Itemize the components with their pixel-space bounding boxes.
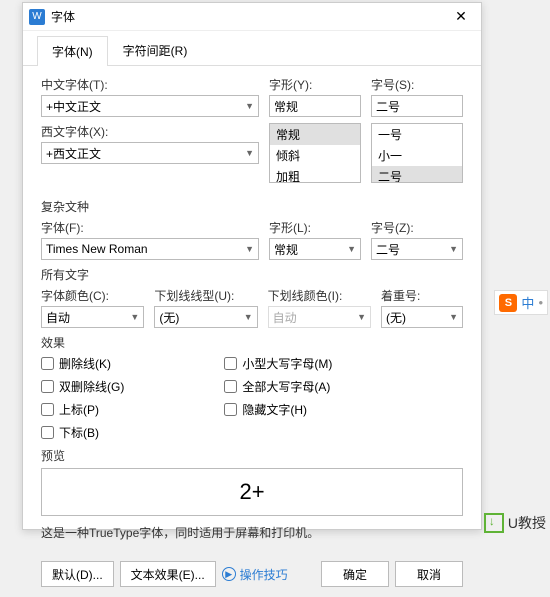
check-smallcaps[interactable]: 小型大写字母(M): [224, 355, 332, 372]
check-allcaps[interactable]: 全部大写字母(A): [224, 378, 332, 395]
chevron-down-icon: ▼: [245, 244, 254, 254]
chevron-down-icon: ▼: [449, 244, 458, 254]
style-input[interactable]: 常规: [269, 95, 361, 117]
color-value: 自动: [46, 309, 70, 326]
cancel-button[interactable]: 取消: [395, 561, 463, 587]
tab-bar: 字体(N) 字符间距(R): [23, 31, 481, 66]
underline-select[interactable]: (无) ▼: [154, 306, 257, 328]
font-dialog: W 字体 ✕ 字体(N) 字符间距(R) 中文字体(T): +中文正文 ▼ 字形…: [22, 2, 482, 530]
checkbox[interactable]: [224, 403, 237, 416]
complex-font-select[interactable]: Times New Roman ▼: [41, 238, 259, 260]
chevron-down-icon: ▼: [244, 312, 253, 322]
checkbox[interactable]: [224, 380, 237, 393]
chevron-down-icon: ▼: [245, 101, 254, 111]
complex-style-select[interactable]: 常规 ▼: [269, 238, 361, 260]
complex-font-label: 字体(F):: [41, 219, 259, 236]
color-select[interactable]: 自动 ▼: [41, 306, 144, 328]
size-label: 字号(S):: [371, 76, 463, 93]
tips-label: 操作技巧: [240, 566, 288, 583]
check-label: 双删除线(G): [59, 378, 124, 395]
ime-indicator[interactable]: S 中 •: [494, 290, 548, 315]
checkbox[interactable]: [41, 403, 54, 416]
tab-font[interactable]: 字体(N): [37, 36, 108, 66]
complex-size-select[interactable]: 二号 ▼: [371, 238, 463, 260]
cn-font-label: 中文字体(T):: [41, 76, 259, 93]
default-button[interactable]: 默认(D)...: [41, 561, 114, 587]
tab-spacing[interactable]: 字符间距(R): [108, 35, 203, 65]
download-icon: [484, 513, 504, 533]
chevron-down-icon: ▼: [347, 244, 356, 254]
check-label: 全部大写字母(A): [242, 378, 330, 395]
checkbox[interactable]: [41, 426, 54, 439]
complex-size-label: 字号(Z):: [371, 219, 463, 236]
en-font-select[interactable]: +西文正文 ▼: [41, 142, 259, 164]
preview-box: 2+: [41, 468, 463, 516]
en-font-label: 西文字体(X):: [41, 123, 259, 140]
complex-style-value: 常规: [274, 241, 298, 258]
underline-value: (无): [159, 309, 179, 326]
emphasis-select[interactable]: (无) ▼: [381, 306, 463, 328]
list-item[interactable]: 加粗: [270, 166, 360, 183]
checkbox[interactable]: [41, 357, 54, 370]
chevron-down-icon: ▼: [130, 312, 139, 322]
checkbox[interactable]: [41, 380, 54, 393]
check-sub[interactable]: 下标(B): [41, 424, 124, 441]
emphasis-value: (无): [386, 309, 406, 326]
effects-checks: 删除线(K) 双删除线(G) 上标(P) 下标(B) 小型大写字母(M) 全部大…: [41, 355, 463, 441]
check-strike[interactable]: 删除线(K): [41, 355, 124, 372]
complex-section-label: 复杂文种: [41, 198, 463, 215]
chevron-down-icon: ▼: [357, 312, 366, 322]
play-icon: ▶: [222, 567, 236, 581]
tips-link[interactable]: ▶ 操作技巧: [222, 566, 288, 583]
ucolor-select: 自动 ▼: [268, 306, 371, 328]
complex-size-value: 二号: [376, 241, 400, 258]
check-hidden[interactable]: 隐藏文字(H): [224, 401, 332, 418]
check-label: 删除线(K): [59, 355, 111, 372]
ime-lang: 中: [521, 293, 534, 312]
effects-section-label: 效果: [41, 334, 463, 351]
dialog-content: 中文字体(T): +中文正文 ▼ 字形(Y): 常规 字号(S): 二号: [23, 66, 481, 551]
text-effect-button[interactable]: 文本效果(E)...: [120, 561, 216, 587]
check-label: 隐藏文字(H): [242, 401, 307, 418]
titlebar: W 字体 ✕: [23, 3, 481, 31]
font-description: 这是一种TrueType字体，同时适用于屏幕和打印机。: [41, 524, 463, 541]
underline-label: 下划线线型(U):: [154, 287, 257, 304]
chevron-down-icon: ▼: [449, 312, 458, 322]
checkbox[interactable]: [224, 357, 237, 370]
color-label: 字体颜色(C):: [41, 287, 144, 304]
ok-button[interactable]: 确定: [321, 561, 389, 587]
check-super[interactable]: 上标(P): [41, 401, 124, 418]
cn-font-value: +中文正文: [46, 98, 101, 115]
check-dblstrike[interactable]: 双删除线(G): [41, 378, 124, 395]
dialog-title: 字体: [51, 8, 447, 25]
ucolor-value: 自动: [273, 309, 297, 326]
preview-label: 预览: [41, 447, 463, 464]
app-icon: W: [29, 9, 45, 25]
dialog-footer: 默认(D)... 文本效果(E)... ▶ 操作技巧 确定 取消: [23, 551, 481, 597]
alltext-section-label: 所有文字: [41, 266, 463, 283]
watermark: U教授: [484, 513, 546, 533]
sogou-icon: S: [499, 294, 517, 312]
size-input[interactable]: 二号: [371, 95, 463, 117]
emphasis-label: 着重号:: [381, 287, 463, 304]
list-item[interactable]: 二号: [372, 166, 462, 183]
complex-style-label: 字形(L):: [269, 219, 361, 236]
preview-text: 2+: [239, 479, 264, 505]
cn-font-select[interactable]: +中文正文 ▼: [41, 95, 259, 117]
style-value: 常规: [274, 98, 298, 115]
watermark-text: U教授: [508, 513, 546, 533]
chevron-down-icon: ▼: [245, 148, 254, 158]
check-label: 下标(B): [59, 424, 99, 441]
check-label: 上标(P): [59, 401, 99, 418]
en-font-value: +西文正文: [46, 145, 101, 162]
style-label: 字形(Y):: [269, 76, 361, 93]
size-value: 二号: [376, 98, 400, 115]
ime-dot-icon: •: [538, 295, 543, 310]
ucolor-label: 下划线颜色(I):: [268, 287, 371, 304]
check-label: 小型大写字母(M): [242, 355, 332, 372]
complex-font-value: Times New Roman: [46, 242, 148, 256]
close-button[interactable]: ✕: [447, 5, 475, 29]
